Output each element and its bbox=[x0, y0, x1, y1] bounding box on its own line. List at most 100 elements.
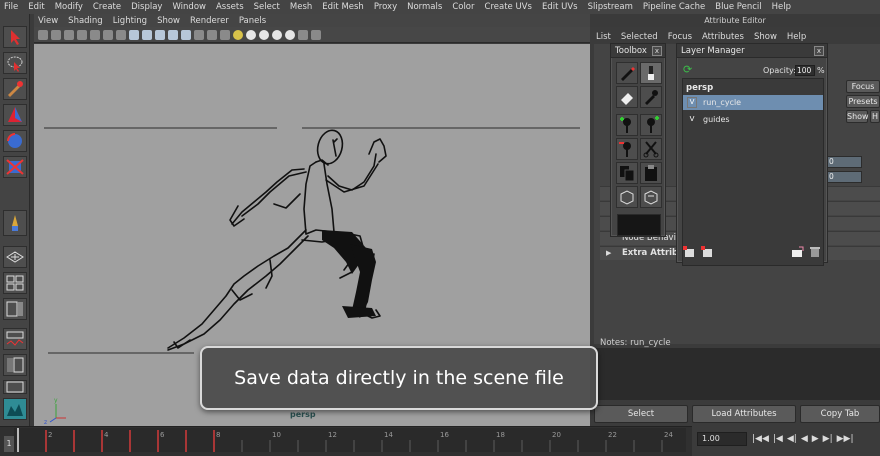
layout-small-icon[interactable] bbox=[3, 380, 27, 394]
rotate-tool-icon[interactable] bbox=[3, 130, 27, 152]
menu-modify[interactable]: Modify bbox=[55, 2, 83, 12]
viewport-menu-show[interactable]: Show bbox=[157, 16, 180, 26]
new-layer-icon[interactable] bbox=[683, 246, 697, 258]
ae-menu-selected[interactable]: Selected bbox=[621, 32, 658, 42]
select-tool-icon[interactable] bbox=[3, 26, 27, 48]
eyedropper-icon[interactable] bbox=[640, 86, 662, 108]
ae-menu-attributes[interactable]: Attributes bbox=[702, 32, 744, 42]
menu-edit[interactable]: Edit bbox=[28, 2, 44, 12]
toolbox-titlebar[interactable]: Toolbox x bbox=[611, 44, 665, 58]
timeline-ruler[interactable]: 2 4 6 8 10 12 14 16 18 20 22 24 bbox=[14, 428, 686, 452]
play-forward-icon[interactable]: ▶ bbox=[812, 434, 819, 444]
cut-icon[interactable] bbox=[640, 138, 662, 160]
grid-icon[interactable] bbox=[90, 29, 100, 40]
go-to-start-icon[interactable]: |◀◀ bbox=[752, 434, 769, 444]
ae-menu-list[interactable]: List bbox=[596, 32, 611, 42]
layer-manager-titlebar[interactable]: Layer Manager x bbox=[677, 44, 827, 58]
ae-menu-show[interactable]: Show bbox=[754, 32, 777, 42]
menu-proxy[interactable]: Proxy bbox=[374, 2, 397, 12]
viewport-menu-renderer[interactable]: Renderer bbox=[190, 16, 229, 26]
attr-field-2[interactable]: 0 bbox=[826, 171, 862, 183]
paint-tool-icon[interactable] bbox=[3, 78, 27, 100]
visibility-toggle[interactable]: V bbox=[687, 114, 697, 125]
attr-field-1[interactable]: 0 bbox=[826, 156, 862, 168]
bookmark-icon[interactable] bbox=[64, 29, 74, 40]
menu-select[interactable]: Select bbox=[254, 2, 280, 12]
delete-layer-icon[interactable] bbox=[809, 246, 821, 258]
film-gate-icon[interactable] bbox=[103, 29, 113, 40]
layout-outliner-icon[interactable] bbox=[3, 354, 27, 376]
go-to-end-icon[interactable]: ▶▶| bbox=[837, 434, 854, 444]
pencil-tool-icon[interactable] bbox=[3, 210, 27, 236]
scale-tool-icon[interactable] bbox=[3, 156, 27, 178]
viewport-menu-view[interactable]: View bbox=[38, 16, 58, 26]
layer-options-icon[interactable] bbox=[701, 246, 715, 258]
ae-menu-help[interactable]: Help bbox=[787, 32, 806, 42]
viewport-menu-lighting[interactable]: Lighting bbox=[113, 16, 147, 26]
current-time-field[interactable]: 1.00 bbox=[697, 432, 747, 446]
select-button[interactable]: Select bbox=[594, 405, 688, 423]
layout-four-icon[interactable] bbox=[3, 272, 27, 294]
ghost-previous-icon[interactable] bbox=[616, 186, 638, 208]
brush-icon[interactable] bbox=[640, 62, 662, 84]
viewport-menu-panels[interactable]: Panels bbox=[239, 16, 266, 26]
merge-layer-icon[interactable] bbox=[791, 246, 805, 258]
menu-pipeline-cache[interactable]: Pipeline Cache bbox=[643, 2, 705, 12]
xray-joints-icon[interactable] bbox=[220, 29, 230, 40]
layout-side-icon[interactable] bbox=[3, 298, 27, 320]
menu-window[interactable]: Window bbox=[172, 2, 206, 12]
paste-icon[interactable] bbox=[640, 162, 662, 184]
layer-manager-close-button[interactable]: x bbox=[814, 46, 824, 56]
refresh-icon[interactable]: ⟳ bbox=[683, 63, 692, 76]
depth-of-field-icon[interactable] bbox=[285, 29, 295, 40]
play-backward-icon[interactable]: ◀ bbox=[801, 434, 808, 444]
duplicate-key-icon[interactable] bbox=[640, 114, 662, 136]
presets-button[interactable]: Presets bbox=[846, 95, 880, 108]
ghost-next-icon[interactable] bbox=[640, 186, 662, 208]
render-view-icon[interactable] bbox=[3, 398, 27, 420]
step-forward-frame-icon[interactable]: ▶| bbox=[823, 434, 833, 444]
resolution-gate-icon[interactable] bbox=[116, 29, 126, 40]
add-key-icon[interactable] bbox=[616, 114, 638, 136]
focus-button[interactable]: Focus bbox=[846, 80, 880, 93]
menu-slipstream[interactable]: Slipstream bbox=[588, 2, 633, 12]
layout-single-icon[interactable] bbox=[3, 246, 27, 268]
menu-mesh[interactable]: Mesh bbox=[290, 2, 312, 12]
menu-assets[interactable]: Assets bbox=[216, 2, 244, 12]
pencil-icon[interactable] bbox=[616, 62, 638, 84]
load-attributes-button[interactable]: Load Attributes bbox=[692, 405, 796, 423]
copy-tab-button[interactable]: Copy Tab bbox=[800, 405, 880, 423]
smooth-shade-icon[interactable] bbox=[142, 29, 152, 40]
shadows-icon[interactable] bbox=[181, 29, 191, 40]
menu-edit-mesh[interactable]: Edit Mesh bbox=[322, 2, 364, 12]
anti-alias-icon[interactable] bbox=[272, 29, 282, 40]
layer-row-run-cycle[interactable]: V run_cycle bbox=[683, 95, 823, 110]
xray-icon[interactable] bbox=[207, 29, 217, 40]
hide-button[interactable]: H bbox=[870, 110, 880, 123]
show-button[interactable]: Show bbox=[846, 110, 869, 123]
visibility-toggle[interactable]: V bbox=[687, 97, 697, 108]
lasso-tool-icon[interactable] bbox=[3, 52, 27, 74]
menu-normals[interactable]: Normals bbox=[407, 2, 442, 12]
move-tool-icon[interactable] bbox=[3, 104, 27, 126]
gamma-icon[interactable] bbox=[311, 29, 321, 40]
menu-create-uvs[interactable]: Create UVs bbox=[485, 2, 532, 12]
menu-edit-uvs[interactable]: Edit UVs bbox=[542, 2, 578, 12]
color-swatch[interactable] bbox=[617, 214, 661, 236]
menu-create[interactable]: Create bbox=[93, 2, 121, 12]
notes-field[interactable] bbox=[594, 348, 880, 400]
hud-icon[interactable] bbox=[298, 29, 308, 40]
step-back-key-icon[interactable]: |◀ bbox=[773, 434, 783, 444]
expand-arrow-icon[interactable]: ▶ bbox=[606, 249, 611, 257]
eraser-icon[interactable] bbox=[616, 86, 638, 108]
opacity-input[interactable]: 100 bbox=[795, 65, 815, 76]
camera-icon[interactable] bbox=[38, 29, 48, 40]
menu-color[interactable]: Color bbox=[452, 2, 474, 12]
textured-icon[interactable] bbox=[155, 29, 165, 40]
motion-blur-icon[interactable] bbox=[259, 29, 269, 40]
delete-key-icon[interactable] bbox=[616, 138, 638, 160]
layout-graph-icon[interactable] bbox=[3, 328, 27, 350]
layer-row-guides[interactable]: V guides bbox=[683, 112, 823, 127]
light-bulb-icon[interactable] bbox=[233, 29, 243, 40]
menu-file[interactable]: File bbox=[4, 2, 18, 12]
